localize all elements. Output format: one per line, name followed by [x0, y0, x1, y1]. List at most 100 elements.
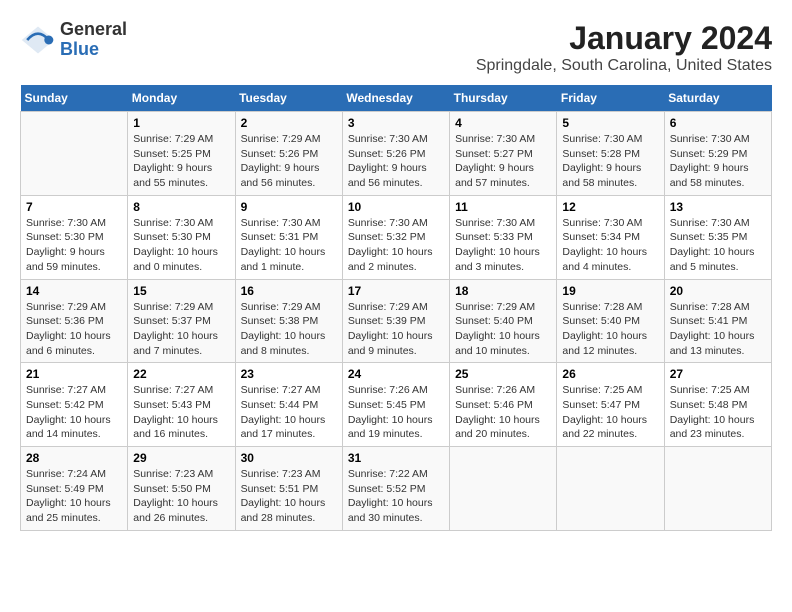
- calendar-cell: 30 Sunrise: 7:23 AMSunset: 5:51 PMDayligh…: [235, 447, 342, 531]
- day-number: 28: [26, 451, 122, 465]
- calendar-subtitle: Springdale, South Carolina, United State…: [476, 57, 772, 75]
- calendar-cell: [450, 447, 557, 531]
- day-number: 16: [241, 284, 337, 298]
- day-number: 30: [241, 451, 337, 465]
- day-number: 17: [348, 284, 444, 298]
- day-info: Sunrise: 7:26 AMSunset: 5:46 PMDaylight:…: [455, 383, 551, 442]
- calendar-cell: 15 Sunrise: 7:29 AMSunset: 5:37 PMDayligh…: [128, 279, 235, 363]
- header-tuesday: Tuesday: [235, 85, 342, 112]
- day-info: Sunrise: 7:27 AMSunset: 5:42 PMDaylight:…: [26, 383, 122, 442]
- calendar-cell: 29 Sunrise: 7:23 AMSunset: 5:50 PMDayligh…: [128, 447, 235, 531]
- calendar-cell: 7 Sunrise: 7:30 AMSunset: 5:30 PMDaylight…: [21, 195, 128, 279]
- day-number: 21: [26, 367, 122, 381]
- calendar-cell: 16 Sunrise: 7:29 AMSunset: 5:38 PMDayligh…: [235, 279, 342, 363]
- title-block: January 2024 Springdale, South Carolina,…: [476, 20, 772, 75]
- day-number: 31: [348, 451, 444, 465]
- calendar-cell: 17Sunrise: 7:29 AMSunset: 5:39 PMDayligh…: [342, 279, 449, 363]
- calendar-cell: [21, 112, 128, 196]
- calendar-cell: 28Sunrise: 7:24 AMSunset: 5:49 PMDayligh…: [21, 447, 128, 531]
- calendar-cell: 9 Sunrise: 7:30 AMSunset: 5:31 PMDaylight…: [235, 195, 342, 279]
- calendar-header-row: SundayMondayTuesdayWednesdayThursdayFrid…: [21, 85, 772, 112]
- day-number: 9: [241, 200, 337, 214]
- day-number: 4: [455, 116, 551, 130]
- calendar-cell: 10 Sunrise: 7:30 AMSunset: 5:32 PMDayligh…: [342, 195, 449, 279]
- header-sunday: Sunday: [21, 85, 128, 112]
- day-number: 1: [133, 116, 229, 130]
- week-row-4: 21 Sunrise: 7:27 AMSunset: 5:42 PMDayligh…: [21, 363, 772, 447]
- calendar-cell: 20Sunrise: 7:28 AMSunset: 5:41 PMDayligh…: [664, 279, 771, 363]
- day-info: Sunrise: 7:29 AMSunset: 5:26 PMDaylight:…: [241, 132, 337, 191]
- day-number: 25: [455, 367, 551, 381]
- day-number: 18: [455, 284, 551, 298]
- day-info: Sunrise: 7:27 AMSunset: 5:43 PMDaylight:…: [133, 383, 229, 442]
- day-number: 7: [26, 200, 122, 214]
- day-info: Sunrise: 7:30 AMSunset: 5:32 PMDaylight:…: [348, 216, 444, 275]
- day-info: Sunrise: 7:29 AMSunset: 5:40 PMDaylight:…: [455, 300, 551, 359]
- day-number: 29: [133, 451, 229, 465]
- day-info: Sunrise: 7:23 AMSunset: 5:50 PMDaylight:…: [133, 467, 229, 526]
- day-info: Sunrise: 7:29 AMSunset: 5:38 PMDaylight:…: [241, 300, 337, 359]
- calendar-cell: 23 Sunrise: 7:27 AMSunset: 5:44 PMDayligh…: [235, 363, 342, 447]
- calendar-title: January 2024: [476, 20, 772, 57]
- day-number: 5: [562, 116, 658, 130]
- calendar-cell: 27Sunrise: 7:25 AMSunset: 5:48 PMDayligh…: [664, 363, 771, 447]
- calendar-cell: 12Sunrise: 7:30 AMSunset: 5:34 PMDayligh…: [557, 195, 664, 279]
- day-number: 22: [133, 367, 229, 381]
- day-info: Sunrise: 7:30 AMSunset: 5:31 PMDaylight:…: [241, 216, 337, 275]
- day-number: 3: [348, 116, 444, 130]
- header-saturday: Saturday: [664, 85, 771, 112]
- week-row-5: 28Sunrise: 7:24 AMSunset: 5:49 PMDayligh…: [21, 447, 772, 531]
- day-info: Sunrise: 7:26 AMSunset: 5:45 PMDaylight:…: [348, 383, 444, 442]
- calendar-cell: 2 Sunrise: 7:29 AMSunset: 5:26 PMDaylight…: [235, 112, 342, 196]
- day-number: 12: [562, 200, 658, 214]
- day-number: 11: [455, 200, 551, 214]
- day-number: 14: [26, 284, 122, 298]
- day-info: Sunrise: 7:23 AMSunset: 5:51 PMDaylight:…: [241, 467, 337, 526]
- day-info: Sunrise: 7:29 AMSunset: 5:37 PMDaylight:…: [133, 300, 229, 359]
- calendar-table: SundayMondayTuesdayWednesdayThursdayFrid…: [20, 85, 772, 531]
- header-wednesday: Wednesday: [342, 85, 449, 112]
- day-info: Sunrise: 7:30 AMSunset: 5:29 PMDaylight:…: [670, 132, 766, 191]
- logo-general: General: [60, 20, 127, 40]
- calendar-cell: 26Sunrise: 7:25 AMSunset: 5:47 PMDayligh…: [557, 363, 664, 447]
- week-row-3: 14 Sunrise: 7:29 AMSunset: 5:36 PMDayligh…: [21, 279, 772, 363]
- day-info: Sunrise: 7:30 AMSunset: 5:28 PMDaylight:…: [562, 132, 658, 191]
- logo-text: General Blue: [60, 20, 127, 60]
- calendar-cell: 31 Sunrise: 7:22 AMSunset: 5:52 PMDayligh…: [342, 447, 449, 531]
- calendar-cell: 8Sunrise: 7:30 AMSunset: 5:30 PMDaylight…: [128, 195, 235, 279]
- calendar-cell: 4 Sunrise: 7:30 AMSunset: 5:27 PMDaylight…: [450, 112, 557, 196]
- day-number: 10: [348, 200, 444, 214]
- calendar-cell: 24 Sunrise: 7:26 AMSunset: 5:45 PMDayligh…: [342, 363, 449, 447]
- day-number: 24: [348, 367, 444, 381]
- day-number: 8: [133, 200, 229, 214]
- day-number: 13: [670, 200, 766, 214]
- week-row-1: 1 Sunrise: 7:29 AMSunset: 5:25 PMDaylight…: [21, 112, 772, 196]
- day-number: 23: [241, 367, 337, 381]
- day-info: Sunrise: 7:30 AMSunset: 5:33 PMDaylight:…: [455, 216, 551, 275]
- day-info: Sunrise: 7:28 AMSunset: 5:40 PMDaylight:…: [562, 300, 658, 359]
- day-number: 26: [562, 367, 658, 381]
- calendar-cell: 5 Sunrise: 7:30 AMSunset: 5:28 PMDaylight…: [557, 112, 664, 196]
- day-info: Sunrise: 7:30 AMSunset: 5:30 PMDaylight:…: [26, 216, 122, 275]
- calendar-cell: 22 Sunrise: 7:27 AMSunset: 5:43 PMDayligh…: [128, 363, 235, 447]
- day-number: 6: [670, 116, 766, 130]
- day-info: Sunrise: 7:30 AMSunset: 5:26 PMDaylight:…: [348, 132, 444, 191]
- day-info: Sunrise: 7:27 AMSunset: 5:44 PMDaylight:…: [241, 383, 337, 442]
- header-friday: Friday: [557, 85, 664, 112]
- calendar-cell: [664, 447, 771, 531]
- page-header: General Blue January 2024 Springdale, So…: [20, 20, 772, 75]
- logo-icon: [20, 22, 56, 58]
- day-number: 27: [670, 367, 766, 381]
- day-number: 2: [241, 116, 337, 130]
- day-info: Sunrise: 7:30 AMSunset: 5:27 PMDaylight:…: [455, 132, 551, 191]
- calendar-cell: [557, 447, 664, 531]
- calendar-cell: 3 Sunrise: 7:30 AMSunset: 5:26 PMDaylight…: [342, 112, 449, 196]
- week-row-2: 7 Sunrise: 7:30 AMSunset: 5:30 PMDaylight…: [21, 195, 772, 279]
- day-info: Sunrise: 7:22 AMSunset: 5:52 PMDaylight:…: [348, 467, 444, 526]
- day-info: Sunrise: 7:29 AMSunset: 5:25 PMDaylight:…: [133, 132, 229, 191]
- day-info: Sunrise: 7:29 AMSunset: 5:36 PMDaylight:…: [26, 300, 122, 359]
- header-thursday: Thursday: [450, 85, 557, 112]
- day-number: 15: [133, 284, 229, 298]
- day-number: 19: [562, 284, 658, 298]
- header-monday: Monday: [128, 85, 235, 112]
